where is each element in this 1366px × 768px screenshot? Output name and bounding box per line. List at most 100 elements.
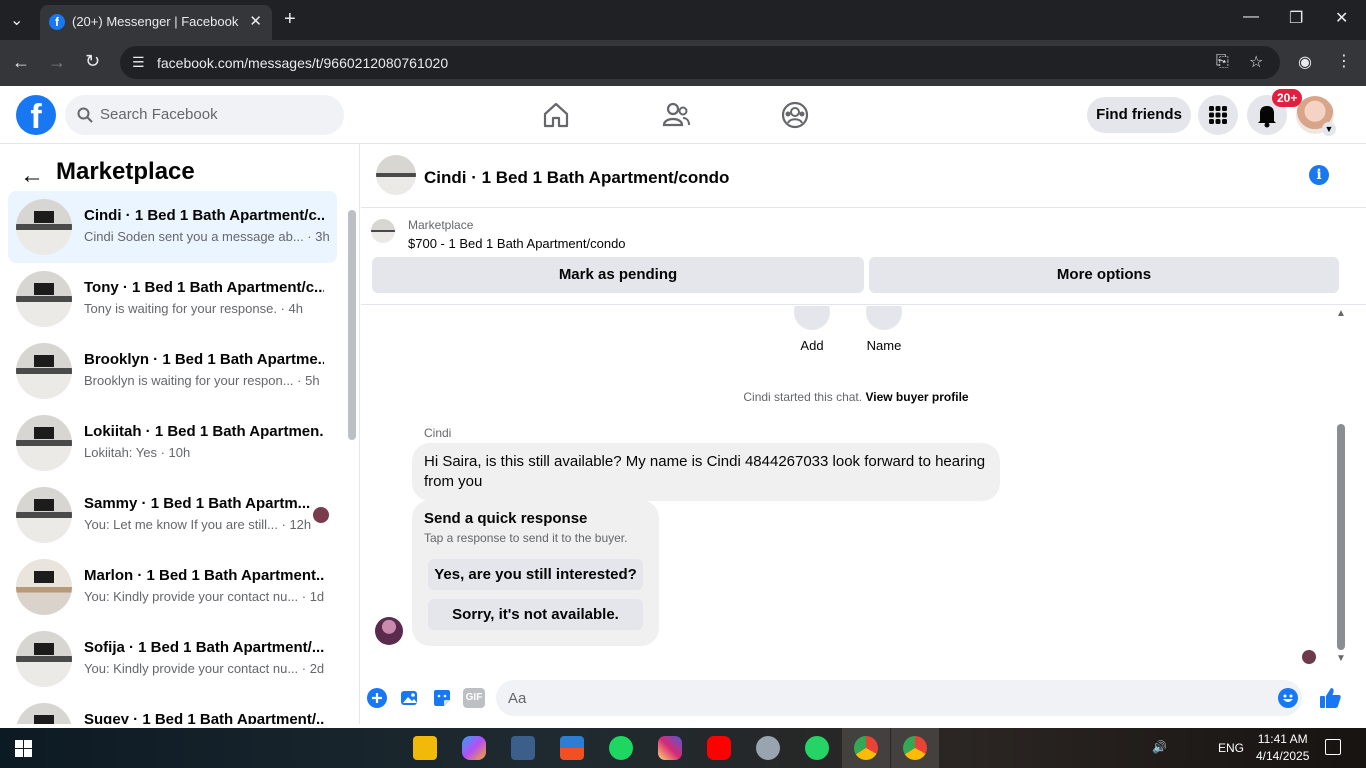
view-buyer-profile-link[interactable]: View buyer profile (865, 390, 968, 404)
buyer-avatar[interactable] (375, 617, 403, 645)
bookmark-star-icon[interactable]: ☆ (1249, 52, 1263, 72)
system-clock[interactable]: 11:41 AM 4/14/2025 (1256, 731, 1309, 765)
conversation-name: Sugey · 1 Bed 1 Bath Apartment/... (84, 711, 324, 724)
sticker-icon[interactable] (432, 688, 452, 708)
listing-thumbnail (16, 415, 72, 471)
copilot-icon[interactable] (462, 736, 486, 760)
chrome-icon[interactable] (854, 736, 878, 760)
youtube-icon[interactable] (707, 736, 731, 760)
conversation-snippet: You: Kindly provide your contact nu... ·… (84, 589, 325, 604)
add-label: Add (800, 338, 824, 353)
url-text: facebook.com/messages/t/9660212080761020 (157, 55, 449, 71)
conversation-item[interactable]: Lokiitah · 1 Bed 1 Bath Apartmen... Loki… (8, 407, 337, 479)
started-text: Cindi started this chat. (743, 390, 863, 404)
browser-tab[interactable]: f (20+) Messenger | Facebook ✕ (40, 5, 272, 40)
scroll-down-icon[interactable]: ▼ (1336, 653, 1346, 664)
conversation-snippet: You: Kindly provide your contact nu... ·… (84, 661, 325, 676)
address-bar[interactable]: ☰ facebook.com/messages/t/96602120807610… (120, 46, 1280, 79)
new-tab-icon[interactable]: + (284, 8, 296, 31)
listing-small-thumbnail[interactable] (371, 219, 395, 243)
friends-icon[interactable] (661, 100, 691, 130)
browser-tab-bar: ⌄ f (20+) Messenger | Facebook ✕ + — ❐ ✕ (0, 0, 1366, 40)
tab-search-icon[interactable]: ⌄ (10, 10, 23, 30)
facebook-logo-icon[interactable]: f (16, 95, 56, 136)
chrome-profile-icon[interactable] (903, 736, 927, 760)
conversation-name: Lokiitah · 1 Bed 1 Bath Apartmen... (84, 423, 324, 440)
quick-response-title: Send a quick response (424, 510, 588, 527)
quick-reply-not-available-button[interactable]: Sorry, it's not available. (428, 599, 643, 630)
search-placeholder: Search Facebook (100, 106, 218, 123)
quick-response-subtitle: Tap a response to send it to the buyer. (424, 531, 628, 545)
forward-icon[interactable]: → (48, 52, 66, 73)
plus-circle-icon[interactable] (367, 688, 387, 708)
photo-icon[interactable] (400, 688, 420, 708)
search-box[interactable]: Search Facebook (65, 95, 344, 135)
emoji-icon[interactable] (1278, 688, 1298, 708)
store-icon[interactable] (560, 736, 584, 760)
windows-start-icon[interactable] (15, 740, 32, 757)
volume-icon[interactable]: 🔊 (1152, 740, 1167, 754)
listing-thumbnail (16, 631, 72, 687)
gif-icon[interactable]: GIF (463, 688, 485, 708)
tab-title: (20+) Messenger | Facebook (72, 14, 239, 29)
profile-icon[interactable]: ◉ (1298, 52, 1312, 72)
app-icon-2[interactable] (756, 736, 780, 760)
name-chat-action[interactable]: Name (849, 306, 919, 353)
instagram-icon[interactable] (658, 736, 682, 760)
groups-icon[interactable] (780, 100, 810, 130)
chat-header: Cindi · 1 Bed 1 Bath Apartment/condo i (361, 144, 1366, 208)
restore-icon[interactable]: ❐ (1289, 8, 1303, 28)
conversation-name: Sammy · 1 Bed 1 Bath Apartm... (84, 495, 311, 512)
close-window-icon[interactable]: ✕ (1335, 8, 1348, 28)
install-app-icon[interactable]: ⎘ (1216, 53, 1229, 71)
conversation-item[interactable]: Tony · 1 Bed 1 Bath Apartment/c... Tony … (8, 263, 337, 335)
close-tab-icon[interactable]: ✕ (249, 12, 262, 30)
whatsapp-icon[interactable] (805, 736, 829, 760)
back-icon[interactable]: ← (12, 52, 30, 73)
mark-as-pending-button[interactable]: Mark as pending (372, 257, 864, 293)
conversation-item[interactable]: Marlon · 1 Bed 1 Bath Apartment... You: … (8, 551, 337, 623)
home-icon[interactable] (541, 100, 571, 130)
app-icon[interactable] (511, 736, 535, 760)
minimize-icon[interactable]: — (1243, 8, 1259, 26)
language-indicator[interactable]: ENG (1218, 741, 1244, 755)
listing-thumbnail (16, 343, 72, 399)
conversation-item[interactable]: Sugey · 1 Bed 1 Bath Apartment/... (8, 695, 337, 724)
sidebar-scrollbar[interactable] (348, 210, 356, 440)
notification-center-icon[interactable] (1325, 739, 1341, 755)
listing-thumbnail (16, 703, 72, 724)
clock-time: 11:41 AM (1257, 732, 1308, 746)
quick-reply-interested-button[interactable]: Yes, are you still interested? (428, 559, 643, 590)
account-chevron-down-icon[interactable]: ▼ (1322, 122, 1336, 136)
conversation-sidebar: ← Marketplace Cindi · 1 Bed 1 Bath Apart… (0, 144, 360, 724)
info-icon[interactable]: i (1309, 165, 1329, 185)
chat-listing-thumbnail[interactable] (376, 155, 416, 195)
message-bubble[interactable]: Hi Saira, is this still available? My na… (412, 443, 1000, 501)
more-options-button[interactable]: More options (869, 257, 1339, 293)
message-input[interactable] (496, 680, 1302, 716)
scroll-up-icon[interactable]: ▲ (1336, 308, 1346, 319)
reload-icon[interactable]: ↻ (85, 51, 100, 72)
menu-kebab-icon[interactable]: ⋮ (1336, 51, 1352, 71)
conversation-item[interactable]: Sammy · 1 Bed 1 Bath Apartm... You: Let … (8, 479, 337, 551)
spotify-icon[interactable] (609, 736, 633, 760)
site-info-icon[interactable]: ☰ (132, 54, 145, 71)
read-receipt-avatar (1302, 650, 1316, 664)
add-people-action[interactable]: Add (777, 306, 847, 353)
conversation-snippet: You: Let me know If you are still... · 1… (84, 517, 312, 532)
clock-date: 4/14/2025 (1256, 749, 1310, 763)
menu-button[interactable] (1198, 95, 1238, 135)
thumbs-up-icon[interactable] (1318, 686, 1342, 710)
find-friends-button[interactable]: Find friends (1087, 97, 1191, 133)
back-arrow-icon[interactable]: ← (20, 162, 44, 190)
chat-scrollbar[interactable] (1337, 424, 1345, 650)
conversation-item[interactable]: Brooklyn · 1 Bed 1 Bath Apartme... Brook… (8, 335, 337, 407)
chat-title[interactable]: Cindi · 1 Bed 1 Bath Apartment/condo (424, 168, 729, 188)
conversation-item[interactable]: Sofija · 1 Bed 1 Bath Apartment/... You:… (8, 623, 337, 695)
file-explorer-icon[interactable] (413, 736, 437, 760)
quick-response-card: Send a quick response Tap a response to … (412, 500, 659, 646)
seen-avatar (313, 507, 329, 523)
conversation-item[interactable]: Cindi · 1 Bed 1 Bath Apartment/c... Cind… (8, 191, 337, 263)
listing-price[interactable]: $700 - 1 Bed 1 Bath Apartment/condo (408, 236, 626, 251)
pencil-icon (866, 306, 902, 330)
